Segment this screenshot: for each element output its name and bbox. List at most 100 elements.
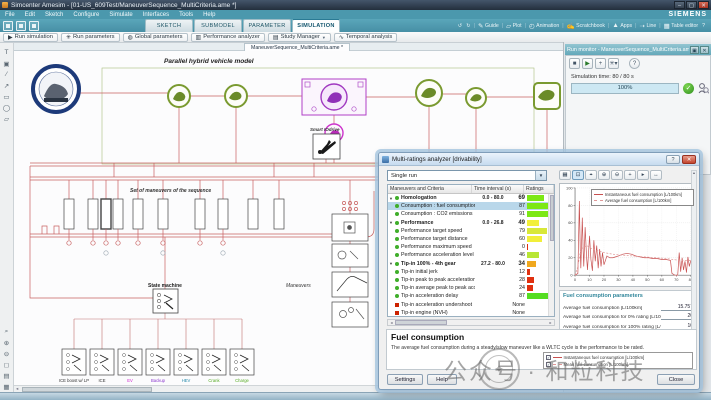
menu-sketch[interactable]: Sketch: [40, 12, 68, 18]
state-box[interactable]: Crank: [202, 349, 226, 383]
stop-run-button[interactable]: ■: [569, 58, 580, 69]
settings-button[interactable]: Settings: [387, 374, 423, 385]
dialog-titlebar[interactable]: Multi-ratings analyzer [drivability] ? ✕: [379, 153, 699, 166]
parameter-value[interactable]: 20: [661, 313, 693, 320]
header-ratings[interactable]: Ratings: [524, 185, 554, 193]
scroll-thumb[interactable]: [395, 320, 447, 325]
engine-component[interactable]: [225, 85, 247, 107]
menu-interfaces[interactable]: Interfaces: [138, 12, 174, 18]
text-tool[interactable]: T: [1, 47, 12, 58]
rectangle-tool[interactable]: ▭: [1, 91, 12, 102]
driver-component[interactable]: [168, 85, 190, 107]
menu-edit[interactable]: Edit: [20, 12, 40, 18]
minimize-button[interactable]: –: [674, 1, 685, 9]
line-tool[interactable]: ∕: [1, 69, 12, 80]
dialog-close-icon[interactable]: ✕: [682, 155, 696, 164]
header-maneuvers[interactable]: Maneuvers and Criteria: [388, 185, 472, 193]
table-row[interactable]: ▼Homologation0.0 - 80.069: [388, 194, 554, 202]
scroll-right-icon[interactable]: ▸: [547, 320, 554, 325]
table-row[interactable]: Tip-in initial jerk12: [388, 268, 554, 276]
add-cursor-icon[interactable]: ▸: [637, 170, 649, 180]
tool-plot[interactable]: ▱Plot: [506, 22, 521, 30]
expander-icon[interactable]: ▼: [388, 196, 394, 201]
state-box[interactable]: Charge: [230, 349, 254, 383]
tab-submodel[interactable]: SUBMODEL: [194, 19, 242, 32]
state-box[interactable]: ICE: [90, 349, 114, 383]
scroll-thumb[interactable]: [22, 387, 152, 392]
grid-tool[interactable]: ▦: [1, 381, 12, 392]
table-row[interactable]: Performance acceleration level46: [388, 251, 554, 259]
table-row[interactable]: Tip-in engine (NVH)None: [388, 309, 554, 317]
copy-plot-icon[interactable]: ▦: [559, 170, 571, 180]
zoom-region-tool[interactable]: ◻: [1, 359, 12, 370]
run-simulation-button[interactable]: ▶Run simulation: [3, 33, 58, 42]
table-row[interactable]: Performance target speed79: [388, 227, 554, 235]
state-machine-root[interactable]: [153, 289, 178, 313]
smart-drive-block[interactable]: [313, 134, 340, 159]
state-box[interactable]: ICE boost w/ LP: [59, 349, 89, 383]
state-box[interactable]: HEV: [174, 349, 198, 383]
help-icon[interactable]: ?: [702, 23, 705, 29]
zoom-in-tool[interactable]: ⊕: [1, 337, 12, 348]
document-tab[interactable]: ManeuverSequence_MultiCriteria.ame *: [244, 43, 350, 51]
maximize-button[interactable]: ▢: [686, 1, 697, 9]
driveline-component[interactable]: [466, 88, 486, 108]
state-machine-children[interactable]: ICE boost w/ LPICEEVBackupHEVCrankCharge: [59, 349, 254, 383]
pointer-icon[interactable]: ⌖: [585, 170, 597, 180]
performance-analyzer-button[interactable]: ▥Performance analyzer: [191, 33, 265, 42]
zoom-out-icon[interactable]: ⊖: [611, 170, 623, 180]
redo-icon[interactable]: ↻: [466, 23, 470, 29]
electric-motor-component[interactable]: [302, 79, 366, 115]
zoom-search-tool[interactable]: ⌕: [1, 326, 12, 337]
state-box[interactable]: Backup: [146, 349, 170, 383]
run-settings-dropdown[interactable]: ✳▾: [608, 58, 619, 69]
polygon-tool[interactable]: ▱: [1, 113, 12, 124]
tool-animation[interactable]: ◴Animation: [529, 22, 559, 30]
state-box[interactable]: EV: [118, 349, 142, 383]
expander-icon[interactable]: ▼: [388, 261, 394, 266]
tab-simulation[interactable]: SIMULATION: [292, 19, 340, 32]
run-selector-dropdown[interactable]: Single run ▼: [387, 170, 547, 181]
menu-file[interactable]: File: [0, 12, 20, 18]
checkbox-checked[interactable]: ✓: [546, 362, 551, 367]
ellipse-tool[interactable]: ◯: [1, 102, 12, 113]
zoom-in-icon[interactable]: ⊕: [598, 170, 610, 180]
table-row[interactable]: Tip-in average peak to peak acc.24: [388, 284, 554, 292]
tool-line[interactable]: ➝Line: [640, 22, 657, 30]
chevron-down-icon[interactable]: ▼: [535, 171, 546, 180]
close-button[interactable]: ✕: [698, 1, 709, 9]
dialog-help-icon[interactable]: ?: [666, 155, 680, 164]
undock-icon[interactable]: ▣: [690, 46, 699, 54]
transmission-component[interactable]: [416, 80, 442, 106]
start-run-button[interactable]: ▶: [582, 58, 593, 69]
inspect-run-icon[interactable]: [697, 82, 709, 94]
menu-tools[interactable]: Tools: [174, 12, 198, 18]
table-row[interactable]: ▼Performance0.0 - 26.849: [388, 219, 554, 227]
table-horizontal-scrollbar[interactable]: ◂ ▸: [387, 319, 555, 326]
supervisor-logo-component[interactable]: [33, 66, 79, 112]
table-row[interactable]: Consumption : fuel consumption87: [388, 202, 554, 210]
pages-tool[interactable]: ▤: [1, 370, 12, 381]
study-manager-button[interactable]: ▤Study Manager▼: [268, 33, 331, 42]
image-tool[interactable]: ▣: [1, 58, 12, 69]
pan-icon[interactable]: +: [624, 170, 636, 180]
tool-guide[interactable]: ✎Guide: [478, 22, 499, 30]
table-row[interactable]: Tip-in acceleration undershootNone: [388, 300, 554, 308]
expander-icon[interactable]: ▼: [388, 220, 394, 225]
close-panel-icon[interactable]: ✕: [700, 46, 709, 54]
checkbox-checked[interactable]: ✓: [546, 355, 551, 360]
tool-scratchbook[interactable]: ✍Scratchbook: [567, 22, 605, 30]
tool-table-editor[interactable]: ▦Table editor: [664, 22, 698, 30]
tab-parameter[interactable]: PARAMETER: [243, 19, 291, 32]
arrow-tool[interactable]: ↗: [1, 80, 12, 91]
header-time-interval[interactable]: Time interval (s): [472, 185, 524, 193]
table-row[interactable]: Performance maximum speed0: [388, 243, 554, 251]
ratings-table-header[interactable]: Maneuvers and Criteria Time interval (s)…: [388, 185, 554, 194]
table-row[interactable]: Tip-in peak to peak acceleration28: [388, 276, 554, 284]
temporal-analysis-button[interactable]: ∿Temporal analysis: [334, 33, 397, 42]
fit-icon[interactable]: ↔: [650, 170, 662, 180]
run-parameters-button[interactable]: ✳Run parameters: [61, 33, 120, 42]
scroll-left-icon[interactable]: ◂: [388, 320, 395, 325]
tool-apps[interactable]: ▲Apps: [612, 22, 632, 29]
menu-simulate[interactable]: Simulate: [104, 12, 137, 18]
